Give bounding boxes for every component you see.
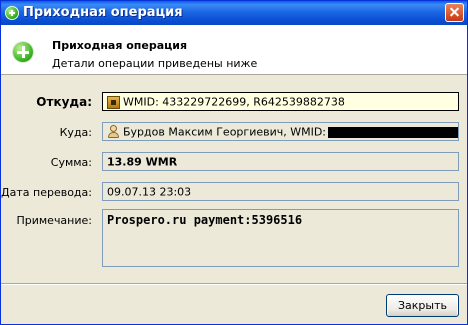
header-title: Приходная операция xyxy=(52,39,188,52)
amount-value: 13.89 WMR xyxy=(107,155,178,169)
from-value: WMID: 433229722699, R642539882738 xyxy=(123,95,345,109)
close-button[interactable]: Закрыть xyxy=(386,294,459,317)
to-value: Бурдов Максим Георгиевич, WMID: xyxy=(123,125,327,139)
to-field[interactable]: Бурдов Максим Георгиевич, WMID: xyxy=(102,122,459,141)
note-field[interactable]: Prospero.ru payment:5396516 xyxy=(102,209,459,267)
dialog-window: Приходная операция Приходная операция Де… xyxy=(0,0,468,325)
person-icon xyxy=(107,125,120,139)
note-label: Примечание: xyxy=(16,214,92,227)
date-label: Дата перевода: xyxy=(1,186,92,199)
window-title: Приходная операция xyxy=(23,5,183,20)
incoming-plus-icon xyxy=(5,6,19,20)
window-close-button[interactable] xyxy=(445,3,464,22)
title-bar[interactable]: Приходная операция xyxy=(1,1,467,25)
header-subtitle: Детали операции приведены ниже xyxy=(52,57,258,70)
note-value: Prospero.ru payment:5396516 xyxy=(107,213,303,227)
dialog-header: Приходная операция Детали операции приве… xyxy=(1,25,467,75)
date-value: 09.07.13 23:03 xyxy=(107,185,192,199)
footer-divider xyxy=(1,283,467,285)
webmoney-purse-icon xyxy=(107,95,120,109)
redacted-block xyxy=(328,126,458,138)
from-field[interactable]: WMID: 433229722699, R642539882738 xyxy=(102,92,459,111)
amount-field[interactable]: 13.89 WMR xyxy=(102,152,459,171)
incoming-plus-icon xyxy=(13,42,33,62)
to-label: Куда: xyxy=(59,126,92,139)
amount-label: Сумма: xyxy=(50,156,92,169)
date-field[interactable]: 09.07.13 23:03 xyxy=(102,182,459,201)
from-label: Откуда: xyxy=(36,95,92,109)
